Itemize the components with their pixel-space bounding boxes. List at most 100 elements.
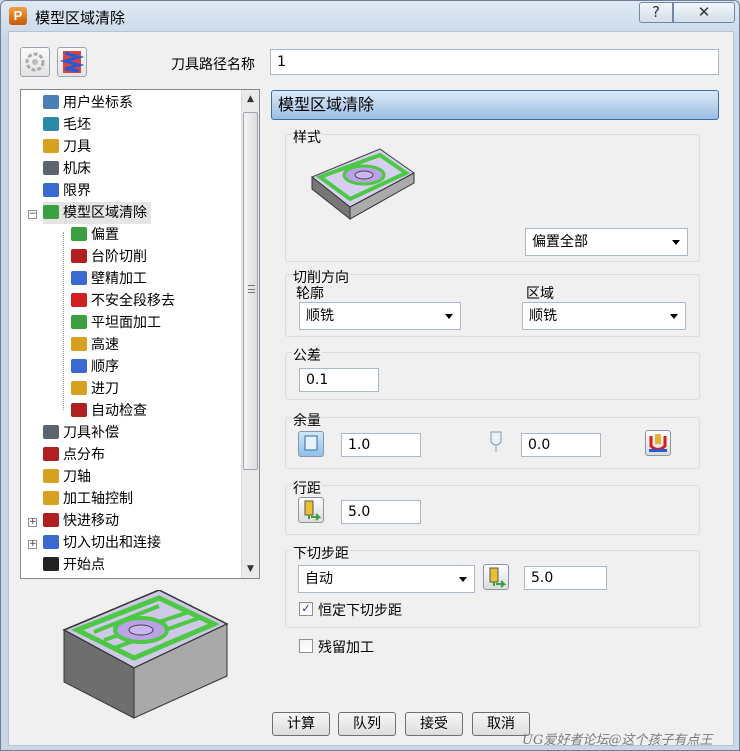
tree-item-label: 切入切出和连接 [63,535,161,551]
area-select[interactable]: 顺铣 [522,302,686,330]
point-distribution-icon [43,447,59,461]
tree-expand-toggle[interactable]: + [28,518,37,527]
help-button[interactable]: ? [639,2,673,23]
tree-item[interactable]: 偏置 [71,224,119,246]
tree-item-label: 高速 [91,337,119,353]
axial-allowance-icon [490,431,502,452]
allowance-radial-input[interactable]: 1.0 [341,433,421,457]
tree-item-label: 用户坐标系 [63,95,133,111]
tree-item-label: 加工轴控制 [63,491,133,507]
allowance-axial-input[interactable]: 0.0 [521,433,601,457]
tree-item-label: 模型区域清除 [63,205,147,221]
tree-item-label: 开始点 [63,557,105,573]
tree-item[interactable]: 毛坯 [43,114,91,136]
tree-item[interactable]: 开始点 [43,554,105,576]
tree-item[interactable]: 刀轴 [43,466,91,488]
stepdown-label: 下切步距 [292,543,350,563]
block-icon [43,117,59,131]
tree-item[interactable]: 进刀 [71,378,119,400]
leads-links-icon [43,535,59,549]
profile-select[interactable]: 顺铣 [299,302,461,330]
tree-item-label: 限界 [63,183,91,199]
chevron-down-icon [445,314,453,319]
queue-button[interactable]: 队列 [338,712,396,736]
scroll-up-arrow[interactable]: ▲ [242,90,259,108]
watermark-text: UG爱好者论坛@这个孩子有点王 [522,733,713,748]
tree-item[interactable]: 壁精加工 [71,268,147,290]
tree-item[interactable]: 快进移动 [43,510,119,532]
tree-item-label: 快进移动 [63,513,119,529]
tree-item[interactable]: 自动检查 [71,400,147,422]
stepover-input[interactable]: 5.0 [341,500,421,524]
rest-machining-checkbox[interactable] [299,639,313,653]
tree-item-label: 刀轴 [63,469,91,485]
stepdown-mode-value: 自动 [305,571,333,587]
style-select-value: 偏置全部 [532,234,588,250]
tree-item[interactable]: 机床 [43,158,91,180]
chevron-down-icon [672,240,680,245]
axis-control-icon [43,491,59,505]
tree-item[interactable]: 用户坐标系 [43,92,133,114]
tree-item[interactable]: 高速 [71,334,119,356]
tree-item[interactable]: 点分布 [43,444,105,466]
tool-compensation-icon [43,425,59,439]
accept-button[interactable]: 接受 [405,712,463,736]
chevron-down-icon [670,314,678,319]
area-select-value: 顺铣 [529,308,557,324]
flat-machining-icon [71,315,87,329]
tree-collapse-toggle[interactable]: − [28,210,37,219]
start-point-icon [43,557,59,571]
rapid-move-icon [43,513,59,527]
tree-item[interactable]: 刀具 [43,136,91,158]
stepover-copy-icon[interactable] [298,497,324,523]
style-label: 样式 [292,127,322,147]
tree-scrollbar[interactable]: ▲ ▼ [241,90,259,578]
wall-finish-icon [71,271,87,285]
tree-item-label: 点分布 [63,447,105,463]
tree-item[interactable]: 顺序 [71,356,119,378]
stepdown-copy-icon[interactable] [483,564,509,590]
allowance-radial-icon[interactable] [298,431,324,457]
machine-icon [43,161,59,175]
scroll-down-arrow[interactable]: ▼ [242,560,259,578]
stepdown-mode-select[interactable]: 自动 [298,565,475,593]
component-thickness-icon[interactable] [645,430,671,456]
scroll-thumb[interactable] [243,112,258,470]
powermill-app-icon: P [9,7,27,25]
toolpath-preview-icon[interactable] [57,47,87,77]
tree-item-label: 平坦面加工 [91,315,161,331]
tree-item[interactable]: 模型区域清除 [43,202,151,224]
tree-item-label: 进刀 [91,381,119,397]
constant-stepdown-checkbox[interactable]: ✓ [299,602,313,616]
tree-item[interactable]: 刀具补偿 [43,422,119,444]
style-select[interactable]: 偏置全部 [525,228,688,256]
chevron-down-icon [459,577,467,582]
calculate-button[interactable]: 计算 [272,712,330,736]
tree-item-label: 毛坯 [63,117,91,133]
rest-machining-label: 残留加工 [318,640,374,656]
options-icon[interactable] [20,47,50,77]
tree-item[interactable]: 限界 [43,180,91,202]
tolerance-input[interactable]: 0.1 [299,368,379,392]
tree-item-label: 机床 [63,161,91,177]
order-icon [71,359,87,373]
stepover-label: 行距 [292,478,322,498]
tree-item-label: 刀具 [63,139,91,155]
tree-expand-toggle[interactable]: + [28,540,37,549]
offset-icon [71,227,87,241]
toolpath-name-input[interactable]: 1 [270,49,719,75]
tree-item[interactable]: 平坦面加工 [71,312,161,334]
panel-title: 模型区域清除 [271,90,719,120]
unsafe-removal-icon [71,293,87,307]
tree-item[interactable]: 加工轴控制 [43,488,133,510]
strategy-tree: 用户坐标系毛坯刀具机床限界模型区域清除偏置 台阶切削壁精加工不安全段移去 平坦面加工… [20,89,260,579]
close-button[interactable]: ✕ [673,2,735,23]
tree-item[interactable]: 切入切出和连接 [43,532,161,554]
profile-label: 轮廓 [296,286,324,302]
tree-item[interactable]: 台阶切削 [71,246,147,268]
tree-item-label: 刀具补偿 [63,425,119,441]
stepdown-input[interactable]: 5.0 [524,566,607,590]
tree-item-label: 壁精加工 [91,271,147,287]
tree-item[interactable]: 不安全段移去 [71,290,175,312]
tree-item-label: 不安全段移去 [91,293,175,309]
